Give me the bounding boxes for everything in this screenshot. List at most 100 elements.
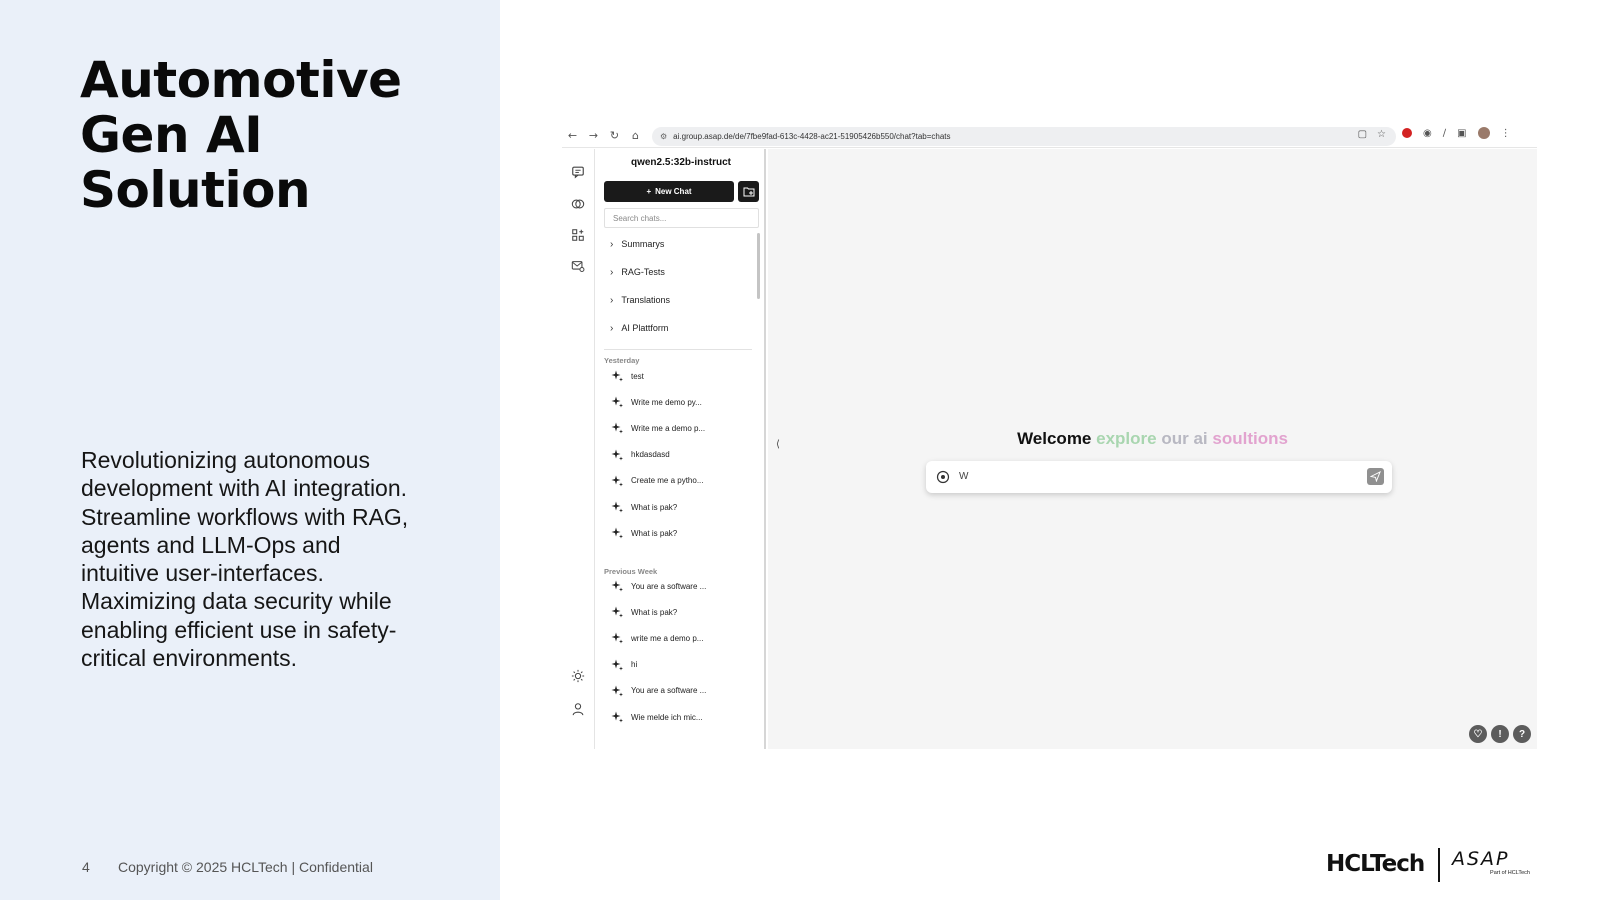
info-icon[interactable]: ! xyxy=(1491,725,1509,743)
chat-bubble-icon[interactable] xyxy=(569,163,587,181)
sparkle-icon xyxy=(610,369,624,383)
chat-history-item[interactable]: Wie melde ich mic... xyxy=(610,707,703,727)
sidebar-scrollbar[interactable] xyxy=(757,233,760,299)
title-line-1: Automotive xyxy=(80,51,402,109)
chat-history-label: hi xyxy=(631,660,638,670)
pen-icon[interactable]: ∕ xyxy=(1443,128,1446,139)
profile-avatar[interactable] xyxy=(1477,127,1490,139)
address-bar[interactable]: ⚙ ai.group.asap.de/de/7fbe9fad-613c-4428… xyxy=(652,127,1396,146)
sparkle-icon xyxy=(610,421,624,435)
brain-icon[interactable] xyxy=(569,195,587,213)
welcome-heading: Welcome explore our ai soultions xyxy=(768,429,1537,449)
folder-summarys[interactable]: › Summarys xyxy=(610,234,664,254)
corner-icons: ♡ ! ? xyxy=(1469,725,1531,743)
group-label-previous-week: Previous Week xyxy=(604,567,658,576)
back-icon[interactable]: ← xyxy=(562,124,583,148)
install-icon[interactable]: ▢ xyxy=(1358,129,1367,140)
prompt-box[interactable]: W xyxy=(926,461,1392,493)
chat-history-label: Wie melde ich mic... xyxy=(631,712,703,722)
apps-grid-icon[interactable] xyxy=(569,226,587,244)
slide-body-text: Revolutionizing autonomous development w… xyxy=(81,447,409,672)
chat-history-item[interactable]: You are a software ... xyxy=(610,681,706,701)
chat-history-label: You are a software ... xyxy=(631,686,707,696)
camera-icon[interactable]: ◉ xyxy=(1423,128,1432,139)
extension-red-icon[interactable] xyxy=(1402,128,1412,138)
chat-history-item[interactable]: What is pak? xyxy=(610,523,677,543)
folder-translations[interactable]: › Translations xyxy=(610,290,670,310)
sparkle-icon xyxy=(610,605,624,619)
reload-icon[interactable]: ↻ xyxy=(604,124,625,148)
chat-history-item[interactable]: Write me a demo p... xyxy=(610,418,705,438)
model-selector[interactable]: qwen2.5:32b-instruct xyxy=(596,157,764,168)
chat-main-area: ⟨ Welcome explore our ai soultions W ♡ !… xyxy=(768,149,1537,749)
site-info-icon[interactable]: ⚙ xyxy=(660,132,667,141)
chat-history-item[interactable]: hkdasdasd xyxy=(610,445,670,465)
folder-plus-icon xyxy=(743,187,754,197)
sparkle-icon xyxy=(610,631,624,645)
home-icon[interactable]: ⌂ xyxy=(625,124,646,148)
help-icon[interactable]: ? xyxy=(1513,725,1531,743)
asap-wordmark: ASAP xyxy=(1452,848,1510,870)
shield-icon[interactable]: ♡ xyxy=(1469,725,1487,743)
chat-history-label: write me a demo p... xyxy=(631,633,704,643)
sparkle-icon xyxy=(610,395,624,409)
user-icon[interactable] xyxy=(569,700,587,718)
chat-history-label: What is pak? xyxy=(631,502,678,512)
asap-logo: ASAP Part of HCLTech xyxy=(1452,849,1530,876)
sparkle-icon xyxy=(610,579,624,593)
folder-divider xyxy=(604,349,752,350)
welcome-word: Welcome xyxy=(1017,429,1092,448)
extensions-puzzle-icon[interactable]: ▣ xyxy=(1457,128,1466,139)
chat-history-label: test xyxy=(631,371,644,381)
chat-history-item[interactable]: What is pak? xyxy=(610,602,677,622)
folder-rag-tests[interactable]: › RAG-Tests xyxy=(610,262,665,282)
attach-plus-icon[interactable] xyxy=(936,470,950,484)
mail-settings-icon[interactable] xyxy=(569,257,587,275)
plus-icon: + xyxy=(646,187,652,196)
theme-sun-icon[interactable] xyxy=(569,667,587,685)
sparkle-icon xyxy=(610,658,624,672)
chat-history-item[interactable]: Write me demo py... xyxy=(610,392,702,412)
copyright-text: Copyright © 2025 HCLTech | Confidential xyxy=(118,859,373,875)
title-line-3: Solution xyxy=(80,161,311,219)
address-bar-actions: ▢ ☆ xyxy=(1358,129,1386,140)
sparkle-icon xyxy=(610,684,624,698)
forward-icon[interactable]: → xyxy=(583,124,604,148)
chat-history-label: What is pak? xyxy=(631,528,678,538)
chat-history-item[interactable]: Create me a pytho... xyxy=(610,471,703,491)
chevron-right-icon: › xyxy=(610,322,614,334)
extension-area: ◉ ∕ ▣ ⋮ xyxy=(1402,127,1511,139)
folder-label: AI Plattform xyxy=(621,323,669,333)
chevron-right-icon: › xyxy=(610,294,614,306)
chat-history-label: What is pak? xyxy=(631,607,678,617)
logo-divider xyxy=(1438,848,1440,882)
app-rail xyxy=(562,149,595,749)
folder-label: Translations xyxy=(621,295,671,305)
browser-menu-icon[interactable]: ⋮ xyxy=(1501,128,1511,139)
bookmark-star-icon[interactable]: ☆ xyxy=(1377,129,1386,140)
send-button[interactable] xyxy=(1367,468,1384,485)
folder-label: RAG-Tests xyxy=(621,267,665,277)
chat-history-label: Write me a demo p... xyxy=(631,423,706,433)
sparkle-icon xyxy=(610,474,624,488)
chat-history-item[interactable]: What is pak? xyxy=(610,497,677,517)
folder-ai-plattform[interactable]: › AI Plattform xyxy=(610,318,668,338)
chat-sidebar: qwen2.5:32b-instruct + New Chat Search c… xyxy=(596,149,766,749)
url-text[interactable]: ai.group.asap.de/de/7fbe9fad-613c-4428-a… xyxy=(673,132,950,141)
chat-history-item[interactable]: write me a demo p... xyxy=(610,628,703,648)
new-folder-button[interactable] xyxy=(738,181,759,202)
new-chat-button[interactable]: + New Chat xyxy=(604,181,734,202)
group-label-yesterday: Yesterday xyxy=(604,356,640,365)
chat-history-item[interactable]: You are a software ... xyxy=(610,576,706,596)
chat-history-item[interactable]: test xyxy=(610,366,644,386)
prompt-input[interactable]: W xyxy=(959,471,968,482)
hcltech-logo: HCLTech xyxy=(1326,851,1425,877)
sparkle-icon xyxy=(610,526,624,540)
chevron-right-icon: › xyxy=(610,238,614,250)
chat-history-item[interactable]: hi xyxy=(610,655,637,675)
welcome-explore: explore xyxy=(1096,429,1157,448)
sparkle-icon xyxy=(610,710,624,724)
folder-label: Summarys xyxy=(621,239,665,249)
browser-toolbar: ← → ↻ ⌂ ⚙ ai.group.asap.de/de/7fbe9fad-6… xyxy=(562,124,1537,148)
search-chats-input[interactable]: Search chats... xyxy=(604,208,759,228)
